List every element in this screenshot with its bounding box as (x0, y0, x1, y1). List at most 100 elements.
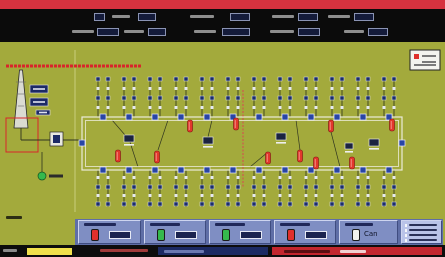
feeder-column-bottom[interactable] (277, 170, 283, 207)
legend-box-icon[interactable] (409, 49, 441, 71)
feeder-column-top[interactable] (157, 76, 163, 117)
feeder-column-top[interactable] (199, 76, 205, 117)
feeder-column-bottom[interactable] (391, 170, 397, 207)
feeder-column-top[interactable] (209, 76, 215, 117)
event-list-item[interactable] (409, 234, 437, 236)
feeder-column-bottom[interactable] (287, 170, 293, 207)
feeder-column-top[interactable] (235, 76, 241, 117)
switch-icon (184, 106, 188, 109)
red-unit-icon[interactable] (297, 149, 303, 163)
red-unit-icon[interactable] (187, 119, 193, 133)
feeder-column-bottom[interactable] (329, 170, 335, 207)
feeder-column-top[interactable] (303, 76, 309, 117)
feeder-column-top[interactable] (105, 76, 111, 117)
feeder-column-top[interactable] (313, 76, 319, 117)
feeder-column-top[interactable] (277, 76, 283, 117)
feeder-column-bottom[interactable] (105, 170, 111, 207)
feeder-column-bottom[interactable] (251, 170, 257, 207)
breaker-icon[interactable] (203, 113, 211, 121)
status-tile[interactable] (209, 220, 271, 244)
breaker-icon[interactable] (229, 166, 237, 174)
feeder-column-top[interactable] (339, 76, 345, 117)
feeder-column-bottom[interactable] (121, 170, 127, 207)
breaker-icon[interactable] (333, 166, 341, 174)
breaker-icon[interactable] (99, 166, 107, 174)
red-unit-icon[interactable] (233, 117, 239, 131)
red-unit-icon[interactable] (115, 149, 121, 163)
breaker-icon[interactable] (125, 166, 133, 174)
feeder-column-bottom[interactable] (381, 170, 387, 207)
feeder-column-top[interactable] (391, 76, 397, 117)
feeder-column-bottom[interactable] (173, 170, 179, 207)
breaker-icon[interactable] (281, 166, 289, 174)
ring-meter-box[interactable] (368, 138, 380, 147)
feeder-column-top[interactable] (329, 76, 335, 117)
feeder-column-top[interactable] (381, 76, 387, 117)
breaker-icon[interactable] (333, 113, 341, 121)
ring-meter-box[interactable] (202, 136, 214, 145)
breaker-icon[interactable] (255, 166, 263, 174)
feeder-column-bottom[interactable] (147, 170, 153, 207)
feeder-column-bottom[interactable] (131, 170, 137, 207)
breaker-icon[interactable] (177, 166, 185, 174)
breaker-icon[interactable] (151, 113, 159, 121)
feeder-column-top[interactable] (173, 76, 179, 117)
feeder-column-bottom[interactable] (313, 170, 319, 207)
event-list-item[interactable] (409, 239, 437, 241)
red-unit-icon[interactable] (313, 156, 319, 170)
breaker-icon[interactable] (203, 166, 211, 174)
feeder-column-top[interactable] (131, 76, 137, 117)
event-list-item[interactable] (409, 224, 437, 226)
ring-meter-box[interactable] (344, 142, 354, 150)
feeder-column-top[interactable] (355, 76, 361, 117)
status-tile[interactable]: Can (339, 220, 398, 244)
feeder-column-bottom[interactable] (225, 170, 231, 207)
feeder-column-bottom[interactable] (199, 170, 205, 207)
feeder-column-top[interactable] (365, 76, 371, 117)
feeder-column-bottom[interactable] (339, 170, 345, 207)
red-unit-icon[interactable] (349, 156, 355, 170)
feeder-column-top[interactable] (261, 76, 267, 117)
breaker-icon[interactable] (385, 166, 393, 174)
red-unit-icon[interactable] (389, 118, 395, 132)
feeder-column-bottom[interactable] (235, 170, 241, 207)
feeder-column-bottom[interactable] (183, 170, 189, 207)
event-list-tile[interactable] (401, 220, 442, 244)
status-tile[interactable] (78, 220, 141, 244)
tower-icon[interactable] (13, 69, 29, 129)
feeder-column-bottom[interactable] (303, 170, 309, 207)
breaker-icon[interactable] (398, 139, 406, 147)
breaker-icon[interactable] (78, 139, 86, 147)
breaker-icon[interactable] (307, 166, 315, 174)
event-list-item[interactable] (409, 229, 437, 231)
breaker-icon[interactable] (359, 166, 367, 174)
breaker-icon[interactable] (255, 113, 263, 121)
breaker-icon[interactable] (151, 166, 159, 174)
feeder-column-top[interactable] (225, 76, 231, 117)
ring-meter-box[interactable] (123, 134, 135, 143)
feeder-column-bottom[interactable] (157, 170, 163, 207)
feeder-column-top[interactable] (121, 76, 127, 117)
feeder-column-bottom[interactable] (355, 170, 361, 207)
feeder-column-top[interactable] (95, 76, 101, 117)
red-unit-icon[interactable] (154, 150, 160, 164)
breaker-icon[interactable] (281, 113, 289, 121)
breaker-icon[interactable] (307, 113, 315, 121)
feeder-column-bottom[interactable] (95, 170, 101, 207)
feeder-column-top[interactable] (287, 76, 293, 117)
feeder-column-bottom[interactable] (365, 170, 371, 207)
red-unit-icon[interactable] (328, 119, 334, 133)
ring-meter-box[interactable] (275, 132, 287, 141)
feeder-column-top[interactable] (251, 76, 257, 117)
feeder-column-bottom[interactable] (261, 170, 267, 207)
breaker-icon[interactable] (177, 113, 185, 121)
feeder-column-top[interactable] (183, 76, 189, 117)
breaker-icon[interactable] (125, 113, 133, 121)
red-unit-icon[interactable] (265, 151, 271, 165)
breaker-icon[interactable] (359, 113, 367, 121)
status-tile[interactable] (274, 220, 336, 244)
feeder-column-bottom[interactable] (209, 170, 215, 207)
feeder-column-top[interactable] (147, 76, 153, 117)
status-tile[interactable] (144, 220, 206, 244)
breaker-icon[interactable] (99, 113, 107, 121)
